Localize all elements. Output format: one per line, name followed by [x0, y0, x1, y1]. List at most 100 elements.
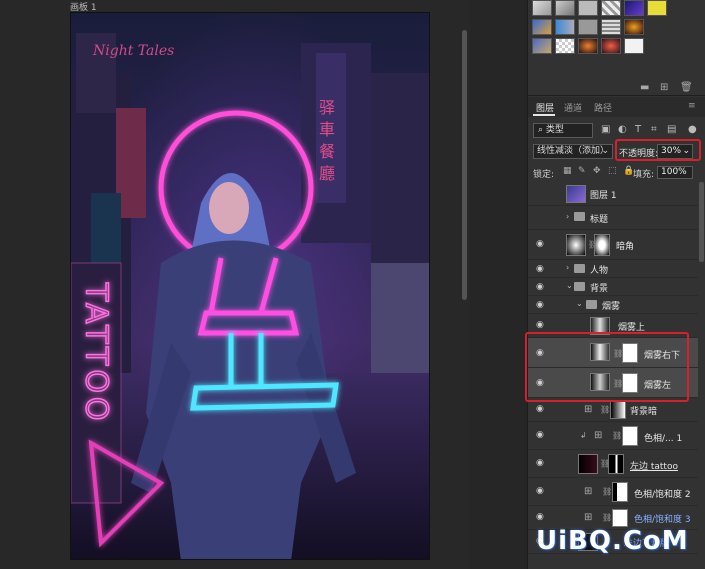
blend-mode-select[interactable]: 线性减淡（添加） ⌄ — [533, 144, 613, 159]
lock-brush-icon[interactable]: ✎ — [578, 166, 586, 176]
fill-input[interactable]: 100% — [657, 166, 693, 179]
filter-kind-select[interactable]: ⌕ 类型 — [533, 123, 593, 138]
filter-smart-icon[interactable]: ▤ — [667, 124, 676, 135]
artwork-image[interactable]: Night Tales 驿車餐廳 TATTOO — [70, 12, 430, 560]
lock-row: 锁定: ▦ ✎ ✥ ⬚ 🔒 填充: 100% — [533, 166, 703, 180]
swatch-toolbar: ▬ ⊞ 🗑 — [528, 80, 705, 96]
layer-group-row[interactable]: ◉ ⌄ 背景 — [528, 278, 698, 296]
layers-panel: ▬ ⊞ 🗑 图层 通道 路径 ≡ ⌕ 类型 ▣ ◐ T ⌗ ▤ ● 线性减淡（添… — [525, 0, 705, 569]
filter-shape-icon[interactable]: ⌗ — [651, 124, 657, 135]
eye-icon[interactable]: ◉ — [536, 240, 546, 249]
layer-mask — [612, 509, 628, 527]
layer-name: 背景暗 — [630, 407, 658, 417]
panel-menu-icon[interactable]: ≡ — [688, 101, 696, 111]
layer-mask — [612, 482, 628, 502]
swatch[interactable] — [555, 19, 575, 35]
selected-layers-highlight-box — [525, 332, 689, 402]
eye-icon[interactable]: ◉ — [536, 265, 546, 274]
eye-icon[interactable]: ◉ — [536, 405, 546, 414]
folder-icon[interactable]: ▬ — [640, 82, 649, 93]
layer-name: 背景 — [590, 284, 609, 294]
layer-group-row[interactable]: › 标题 — [528, 206, 698, 230]
eye-icon[interactable]: ◉ — [536, 301, 546, 310]
layer-row[interactable]: ◉ ⛓ 暗角 — [528, 230, 698, 260]
fill-value: 100% — [661, 167, 687, 177]
layer-name: 色相/饱和度 2 — [634, 490, 691, 500]
eye-icon[interactable]: ◉ — [536, 431, 546, 440]
swatch[interactable] — [601, 38, 621, 54]
tab-layers[interactable]: 图层 — [536, 101, 554, 114]
layer-mask — [622, 426, 638, 446]
swatch[interactable] — [647, 0, 667, 16]
filter-type-icon[interactable]: T — [635, 124, 641, 135]
chevron-down-icon[interactable]: ⌄ — [566, 281, 573, 290]
layers-scrollbar[interactable] — [699, 182, 704, 262]
swatch[interactable] — [532, 0, 552, 16]
layer-group-row[interactable]: ◉ › 人物 — [528, 260, 698, 278]
chevron-right-icon[interactable]: › — [566, 212, 569, 221]
filter-toggle-icon[interactable]: ● — [688, 124, 697, 135]
layer-mask — [610, 401, 626, 419]
swatch[interactable] — [532, 19, 552, 35]
link-icon: ⛓ — [600, 405, 611, 414]
opacity-highlight-box — [615, 139, 701, 161]
swatch[interactable] — [555, 38, 575, 54]
trash-icon[interactable]: 🗑 — [680, 82, 693, 93]
layer-row[interactable]: ◉ ↲ ⊞ ⛓ 色相/... 1 — [528, 422, 698, 450]
eye-icon[interactable]: ◉ — [536, 321, 546, 330]
layer-row[interactable]: ◉ ⛓ 左边 tattoo — [528, 450, 698, 478]
blend-mode-value: 线性减淡（添加） — [537, 146, 610, 156]
svg-text:餐: 餐 — [319, 142, 335, 161]
chevron-right-icon[interactable]: › — [566, 263, 569, 272]
eye-icon[interactable]: ◉ — [536, 513, 546, 522]
new-swatch-icon[interactable]: ⊞ — [660, 82, 668, 93]
swatch[interactable] — [532, 38, 552, 54]
filter-adjust-icon[interactable]: ◐ — [618, 124, 627, 135]
eye-icon[interactable]: ◉ — [536, 487, 546, 496]
chevron-down-icon[interactable]: ⌄ — [576, 299, 583, 308]
layer-thumbnail — [566, 185, 586, 203]
layer-row[interactable]: ◉ ⊞ ⛓ 色相/饱和度 2 — [528, 478, 698, 506]
swatch[interactable] — [624, 38, 644, 54]
layer-name: 暗角 — [616, 242, 635, 252]
swatch[interactable] — [624, 0, 644, 16]
lock-artboard-icon[interactable]: ⬚ — [608, 166, 617, 176]
swatch[interactable] — [601, 19, 621, 35]
adjustment-icon: ⊞ — [584, 486, 593, 497]
swatch[interactable] — [555, 0, 575, 16]
layer-thumbnail — [578, 454, 598, 474]
swatch[interactable] — [578, 0, 598, 16]
layers-list: 图层 1 › 标题 ◉ ⛓ 暗角 ◉ › 人物 — [525, 182, 698, 569]
eye-icon[interactable]: ◉ — [536, 283, 546, 292]
canvas-area[interactable]: 画板 1 Night Tales 驿 車 餐 廳 TATTOO — [0, 0, 470, 569]
eye-icon[interactable]: ◉ — [536, 459, 546, 468]
neon-girl-illustration: Night Tales 驿車餐廳 TATTOO — [71, 33, 429, 559]
watermark: UiBQ.CoM — [536, 526, 689, 556]
link-icon: ⛓ — [602, 487, 613, 496]
lock-pixels-icon[interactable]: ▦ — [563, 166, 572, 176]
layer-row[interactable]: 图层 1 — [528, 182, 698, 206]
swatch[interactable] — [601, 0, 621, 16]
link-icon: ⛓ — [602, 513, 613, 522]
filter-pixel-icon[interactable]: ▣ — [601, 124, 610, 135]
swatch[interactable] — [578, 38, 598, 54]
folder-icon — [574, 212, 585, 221]
tab-paths[interactable]: 路径 — [594, 101, 612, 114]
chevron-down-icon: ⌄ — [601, 146, 609, 156]
lock-move-icon[interactable]: ✥ — [593, 166, 601, 176]
layer-name: 图层 1 — [590, 191, 617, 201]
tab-channels[interactable]: 通道 — [564, 101, 582, 114]
fill-label: 填充: — [633, 170, 655, 180]
folder-icon — [574, 264, 585, 273]
filter-kind-label: 类型 — [545, 125, 564, 135]
photoshop-window: 画板 1 Night Tales 驿 車 餐 廳 TATTOO ▬ ⊞ 🗑 图层… — [0, 0, 705, 569]
layer-group-row[interactable]: ◉ ⌄ 烟雾 — [528, 296, 698, 314]
swatch[interactable] — [624, 19, 644, 35]
canvas-scrollbar[interactable] — [462, 30, 467, 300]
svg-text:廳: 廳 — [319, 164, 335, 183]
layer-filter-row: ⌕ 类型 ▣ ◐ T ⌗ ▤ ● — [533, 123, 703, 139]
folder-icon — [574, 282, 585, 291]
search-icon: ⌕ — [538, 125, 544, 135]
swatch[interactable] — [578, 19, 598, 35]
adjustment-icon: ⊞ — [584, 404, 593, 415]
